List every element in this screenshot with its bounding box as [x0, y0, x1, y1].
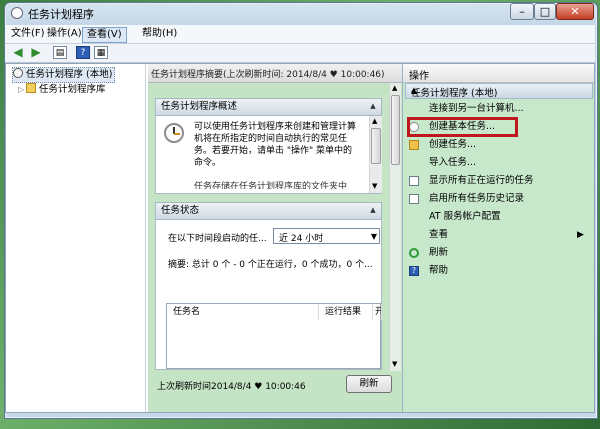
time-filter-dropdown[interactable]: 近 24 小时 ▼: [273, 228, 380, 244]
action-view[interactable]: 查看 ▶: [409, 227, 589, 243]
column-run-result[interactable]: 运行结果: [319, 304, 373, 320]
scroll-down-icon[interactable]: ▼: [372, 182, 377, 190]
scroll-thumb[interactable]: [391, 95, 400, 165]
toolbar: ◀ ▶ ▤ ? ▦: [5, 44, 595, 63]
clock-icon: [13, 68, 23, 78]
action-label: 启用所有任务历史记录: [429, 193, 525, 204]
actions-header: 操作: [403, 64, 594, 83]
menu-bar: 文件(F) 操作(A) 查看(V) 帮助(H): [5, 25, 595, 44]
summary-header: 任务计划程序摘要(上次刷新时间: 2014/8/4 ♥ 10:00:46): [148, 64, 402, 83]
scroll-up-icon[interactable]: ▲: [372, 117, 377, 125]
action-label: 刷新: [429, 247, 449, 258]
overview-panel: 任务计划程序概述 ▲ 可以使用任务计划程序来创建和管理计算 机将在所指定的时间自…: [155, 98, 382, 194]
time-filter-value: 近 24 小时: [279, 234, 324, 244]
scroll-up-icon[interactable]: ▲: [392, 84, 397, 92]
overview-text: 可以使用任务计划程序来创建和管理计算 机将在所指定的时间自动执行的常见任 务。若…: [194, 121, 366, 189]
back-arrow-icon[interactable]: ◀: [11, 46, 25, 59]
action-enable-history[interactable]: 启用所有任务历史记录: [409, 191, 589, 207]
forward-arrow-icon[interactable]: ▶: [29, 46, 43, 59]
action-import-task[interactable]: 导入任务...: [409, 155, 589, 171]
overview-line: 命令。: [194, 158, 222, 168]
menu-help[interactable]: 帮助(H): [138, 27, 181, 41]
action-label: 帮助: [429, 265, 449, 276]
action-label: 显示所有正在运行的任务: [429, 175, 534, 186]
status-title: 任务状态: [161, 205, 200, 216]
tree-item-label: 任务计划程序库: [39, 84, 106, 95]
action-create-task[interactable]: 创建任务...: [409, 137, 589, 153]
expand-arrow-icon[interactable]: ▷: [18, 83, 26, 97]
chevron-down-icon: ▼: [370, 232, 377, 241]
action-label: AT 服务帐户配置: [429, 211, 501, 222]
close-button[interactable]: ✕: [556, 3, 594, 20]
help-icon: ?: [409, 266, 419, 276]
last-refresh-text: 上次刷新时间2014/8/4 ♥ 10:00:46: [157, 382, 306, 392]
overview-scrollbar[interactable]: ▲ ▼: [369, 116, 382, 193]
action-refresh[interactable]: 刷新: [409, 245, 589, 261]
app-clock-icon: [11, 7, 23, 19]
action-label: 连接到另一台计算机...: [429, 103, 524, 114]
overview-title: 任务计划程序概述: [161, 101, 238, 112]
action-at-service-config[interactable]: AT 服务帐户配置: [409, 209, 589, 225]
action-label: 创建任务...: [429, 139, 477, 150]
overview-panel-header[interactable]: 任务计划程序概述 ▲: [156, 99, 381, 116]
help-icon[interactable]: ?: [76, 46, 90, 59]
history-icon: [409, 194, 419, 204]
status-panel: 任务状态 ▲ 在以下时间段启动的任... 近 24 小时 ▼ 摘要: 总计 0 …: [155, 202, 382, 370]
scroll-down-icon[interactable]: ▼: [392, 360, 397, 368]
clock-icon: [164, 123, 184, 143]
summary-scrollbar[interactable]: ▲ ▼: [389, 83, 401, 371]
overview-line: 任务存储在任务计划程序库的文件夹中: [194, 182, 348, 189]
refresh-button[interactable]: 刷新: [346, 375, 392, 393]
navigation-tree: 任务计划程序 (本地) ▷ 任务计划程序库: [6, 64, 146, 412]
actions-section-header[interactable]: 任务计划程序 (本地) ▲: [405, 83, 593, 99]
highlight-annotation: [407, 117, 518, 137]
action-show-running-tasks[interactable]: 显示所有正在运行的任务: [409, 173, 589, 189]
summary-header-text: 任务计划程序摘要(上次刷新时间: 2014/8/4 ♥ 10:00:46): [151, 70, 385, 80]
folder-icon: [26, 83, 36, 93]
status-summary: 摘要: 总计 0 个 - 0 个正在运行，0 个成功，0 个...: [168, 260, 373, 270]
actions-title: 操作: [409, 71, 429, 82]
overview-line: 可以使用任务计划程序来创建和管理计算: [194, 122, 357, 132]
status-panel-header[interactable]: 任务状态 ▲: [156, 203, 381, 220]
running-tasks-icon: [409, 176, 419, 186]
scroll-thumb[interactable]: [371, 128, 381, 164]
task-status-list[interactable]: 任务名 运行结果 开: [166, 303, 382, 369]
action-connect-computer[interactable]: 连接到另一台计算机...: [409, 101, 589, 117]
refresh-icon: [409, 248, 419, 258]
column-task-name[interactable]: 任务名: [167, 304, 319, 320]
action-help[interactable]: ? 帮助: [409, 263, 589, 279]
action-label: 查看: [429, 229, 449, 240]
tree-item-library[interactable]: ▷ 任务计划程序库: [18, 83, 106, 97]
menu-view[interactable]: 查看(V): [82, 27, 127, 43]
maximize-button[interactable]: □: [534, 3, 556, 20]
collapse-icon[interactable]: ▲: [368, 206, 378, 215]
show-hide-tree-icon[interactable]: ▤: [53, 46, 67, 59]
action-label: 导入任务...: [429, 157, 477, 168]
tree-item-scheduler-local[interactable]: 任务计划程序 (本地): [12, 67, 116, 83]
tree-item-label: 任务计划程序 (本地): [26, 69, 113, 80]
collapse-icon[interactable]: ▲: [411, 86, 587, 95]
overview-line: 务。若要开始，请单击 "操作" 菜单中的: [194, 146, 353, 156]
submenu-arrow-icon: ▶: [577, 230, 584, 240]
create-task-icon: [409, 140, 419, 150]
menu-action[interactable]: 操作(A): [43, 27, 86, 41]
window-title: 任务计划程序: [28, 8, 94, 21]
collapse-icon[interactable]: ▲: [368, 102, 378, 111]
properties-icon[interactable]: ▦: [94, 46, 108, 59]
column-start[interactable]: 开: [373, 304, 382, 320]
overview-line: 机将在所指定的时间自动执行的常见任: [194, 134, 348, 144]
time-filter-label: 在以下时间段启动的任...: [168, 234, 267, 244]
minimize-button[interactable]: –: [510, 3, 534, 20]
